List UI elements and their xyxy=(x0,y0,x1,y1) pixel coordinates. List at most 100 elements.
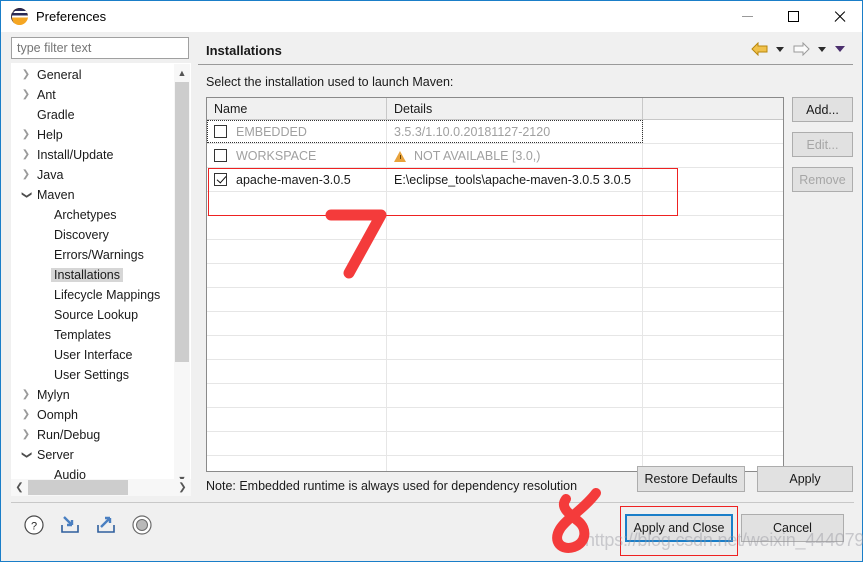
sidebar-item-general[interactable]: ❯ General xyxy=(12,65,176,85)
add-button[interactable]: Add... xyxy=(792,97,853,122)
column-header-details[interactable]: Details xyxy=(387,98,643,119)
apply-and-close-button[interactable]: Apply and Close xyxy=(625,514,733,542)
hscrollbar-thumb[interactable] xyxy=(28,480,128,495)
sidebar-item-source-lookup[interactable]: Source Lookup xyxy=(12,305,176,325)
close-button[interactable] xyxy=(816,1,862,32)
chevron-right-icon[interactable]: ❯ xyxy=(18,150,34,160)
column-header-name[interactable]: Name xyxy=(207,98,387,119)
chevron-down-icon[interactable]: ❯ xyxy=(21,187,32,203)
installations-table[interactable]: Name Details EMBEDDED 3.5.3/1.10.0.201811… xyxy=(206,97,784,472)
tree-vertical-scrollbar[interactable]: ▲ xyxy=(174,64,190,487)
sidebar-item-user-interface[interactable]: User Interface xyxy=(12,345,176,365)
scroll-left-icon[interactable]: ❮ xyxy=(11,479,28,496)
tree-items-container: ❯ General ❯ Ant Gradle ❯ Help ❯ Install/Update ❯ J… xyxy=(12,64,176,485)
sidebar-item-label: Install/Update xyxy=(37,148,114,162)
maximize-button[interactable] xyxy=(770,1,816,32)
table-empty-cell xyxy=(387,312,643,335)
view-menu-button[interactable] xyxy=(832,39,848,59)
forward-button[interactable] xyxy=(790,39,812,59)
back-button[interactable] xyxy=(748,39,770,59)
remove-button[interactable]: Remove xyxy=(792,167,853,192)
table-empty-row xyxy=(207,216,783,240)
scroll-right-icon[interactable]: ❯ xyxy=(174,479,191,496)
sidebar-item-install-update[interactable]: ❯ Install/Update xyxy=(12,145,176,165)
chevron-right-icon[interactable]: ❯ xyxy=(18,70,34,80)
sidebar-item-label: Java xyxy=(37,168,64,182)
page-action-buttons: Restore Defaults Apply xyxy=(198,466,853,494)
table-empty-cell xyxy=(207,192,387,215)
sidebar-item-label: Templates xyxy=(54,328,111,342)
preferences-dialog: Preferences ❯General❯AntGradle❯Help❯Inst… xyxy=(0,0,863,562)
sidebar-item-oomph[interactable]: ❯ Oomph xyxy=(12,405,176,425)
preferences-sidebar: ❯General❯AntGradle❯Help❯Install/Update❯J… xyxy=(11,37,191,498)
table-empty-cell xyxy=(643,408,783,431)
sidebar-item-user-settings[interactable]: User Settings xyxy=(12,365,176,385)
sidebar-item-label: Lifecycle Mappings xyxy=(54,288,161,302)
sidebar-item-gradle[interactable]: Gradle xyxy=(12,105,176,125)
sidebar-item-mylyn[interactable]: ❯ Mylyn xyxy=(12,385,176,405)
row-checkbox[interactable] xyxy=(214,125,227,138)
table-empty-cell xyxy=(643,216,783,239)
sidebar-item-lifecycle-mappings[interactable]: Lifecycle Mappings xyxy=(12,285,176,305)
table-row[interactable]: EMBEDDED 3.5.3/1.10.0.20181127-2120 xyxy=(207,120,783,144)
table-empty-cell xyxy=(387,336,643,359)
chevron-right-icon[interactable]: ❯ xyxy=(18,390,34,400)
sidebar-item-label: Errors/Warnings xyxy=(54,248,144,262)
chevron-right-icon[interactable]: ❯ xyxy=(18,410,34,420)
sidebar-item-server[interactable]: ❯ Server xyxy=(12,445,176,465)
sidebar-item-templates[interactable]: Templates xyxy=(12,325,176,345)
chevron-right-icon[interactable]: ❯ xyxy=(18,170,34,180)
table-row[interactable]: WORKSPACE NOT AVAILABLE [3.0,) xyxy=(207,144,783,168)
chevron-down-icon xyxy=(835,46,845,52)
close-icon xyxy=(833,10,846,23)
chevron-right-icon[interactable]: ❯ xyxy=(18,90,34,100)
tree-horizontal-scrollbar[interactable]: ❮ ❯ xyxy=(11,479,191,496)
forward-arrow-icon xyxy=(793,42,810,56)
sidebar-item-label: Ant xyxy=(37,88,56,102)
help-icon[interactable]: ? xyxy=(23,514,45,536)
column-header-extra[interactable] xyxy=(643,98,783,119)
table-empty-row xyxy=(207,432,783,456)
apply-button[interactable]: Apply xyxy=(757,466,853,492)
sidebar-item-maven[interactable]: ❯ Maven xyxy=(12,185,176,205)
table-body: EMBEDDED 3.5.3/1.10.0.20181127-2120 WORKSP… xyxy=(207,120,783,471)
sidebar-item-label: User Settings xyxy=(54,368,130,382)
table-cell-name: WORKSPACE xyxy=(207,144,387,167)
scrollbar-thumb[interactable] xyxy=(175,82,189,362)
table-empty-cell xyxy=(207,216,387,239)
sidebar-item-run-debug[interactable]: ❯ Run/Debug xyxy=(12,425,176,445)
export-icon[interactable] xyxy=(95,514,117,536)
sidebar-item-errors-warnings[interactable]: Errors/Warnings xyxy=(12,245,176,265)
sidebar-item-label: Oomph xyxy=(37,408,78,422)
minimize-button[interactable] xyxy=(724,1,770,32)
table-row[interactable]: apache-maven-3.0.5 E:\eclipse_tools\apach… xyxy=(207,168,783,192)
filter-input[interactable] xyxy=(11,37,189,59)
chevron-right-icon[interactable]: ❯ xyxy=(18,130,34,140)
sidebar-item-discovery[interactable]: Discovery xyxy=(12,225,176,245)
chevron-down-icon[interactable]: ❯ xyxy=(21,447,32,463)
row-checkbox[interactable] xyxy=(214,149,227,162)
page-header: Installations xyxy=(198,37,853,64)
table-cell-name: EMBEDDED xyxy=(207,120,387,143)
sidebar-item-java[interactable]: ❯ Java xyxy=(12,165,176,185)
import-icon[interactable] xyxy=(59,514,81,536)
back-dropdown-button[interactable] xyxy=(772,39,788,59)
sidebar-item-help[interactable]: ❯ Help xyxy=(12,125,176,145)
edit-button[interactable]: Edit... xyxy=(792,132,853,157)
sidebar-item-label: Mylyn xyxy=(37,388,70,402)
table-empty-cell xyxy=(643,288,783,311)
table-empty-cell xyxy=(387,216,643,239)
table-empty-cell xyxy=(643,240,783,263)
table-empty-row xyxy=(207,360,783,384)
sidebar-item-installations[interactable]: Installations xyxy=(12,265,176,285)
sidebar-item-ant[interactable]: ❯ Ant xyxy=(12,85,176,105)
row-checkbox[interactable] xyxy=(214,173,227,186)
forward-dropdown-button[interactable] xyxy=(814,39,830,59)
cancel-button[interactable]: Cancel xyxy=(741,514,844,542)
chevron-right-icon[interactable]: ❯ xyxy=(18,430,34,440)
table-empty-cell xyxy=(387,288,643,311)
sidebar-item-archetypes[interactable]: Archetypes xyxy=(12,205,176,225)
restore-defaults-button[interactable]: Restore Defaults xyxy=(637,466,745,492)
record-icon[interactable] xyxy=(131,514,153,536)
scroll-up-icon[interactable]: ▲ xyxy=(174,64,190,81)
